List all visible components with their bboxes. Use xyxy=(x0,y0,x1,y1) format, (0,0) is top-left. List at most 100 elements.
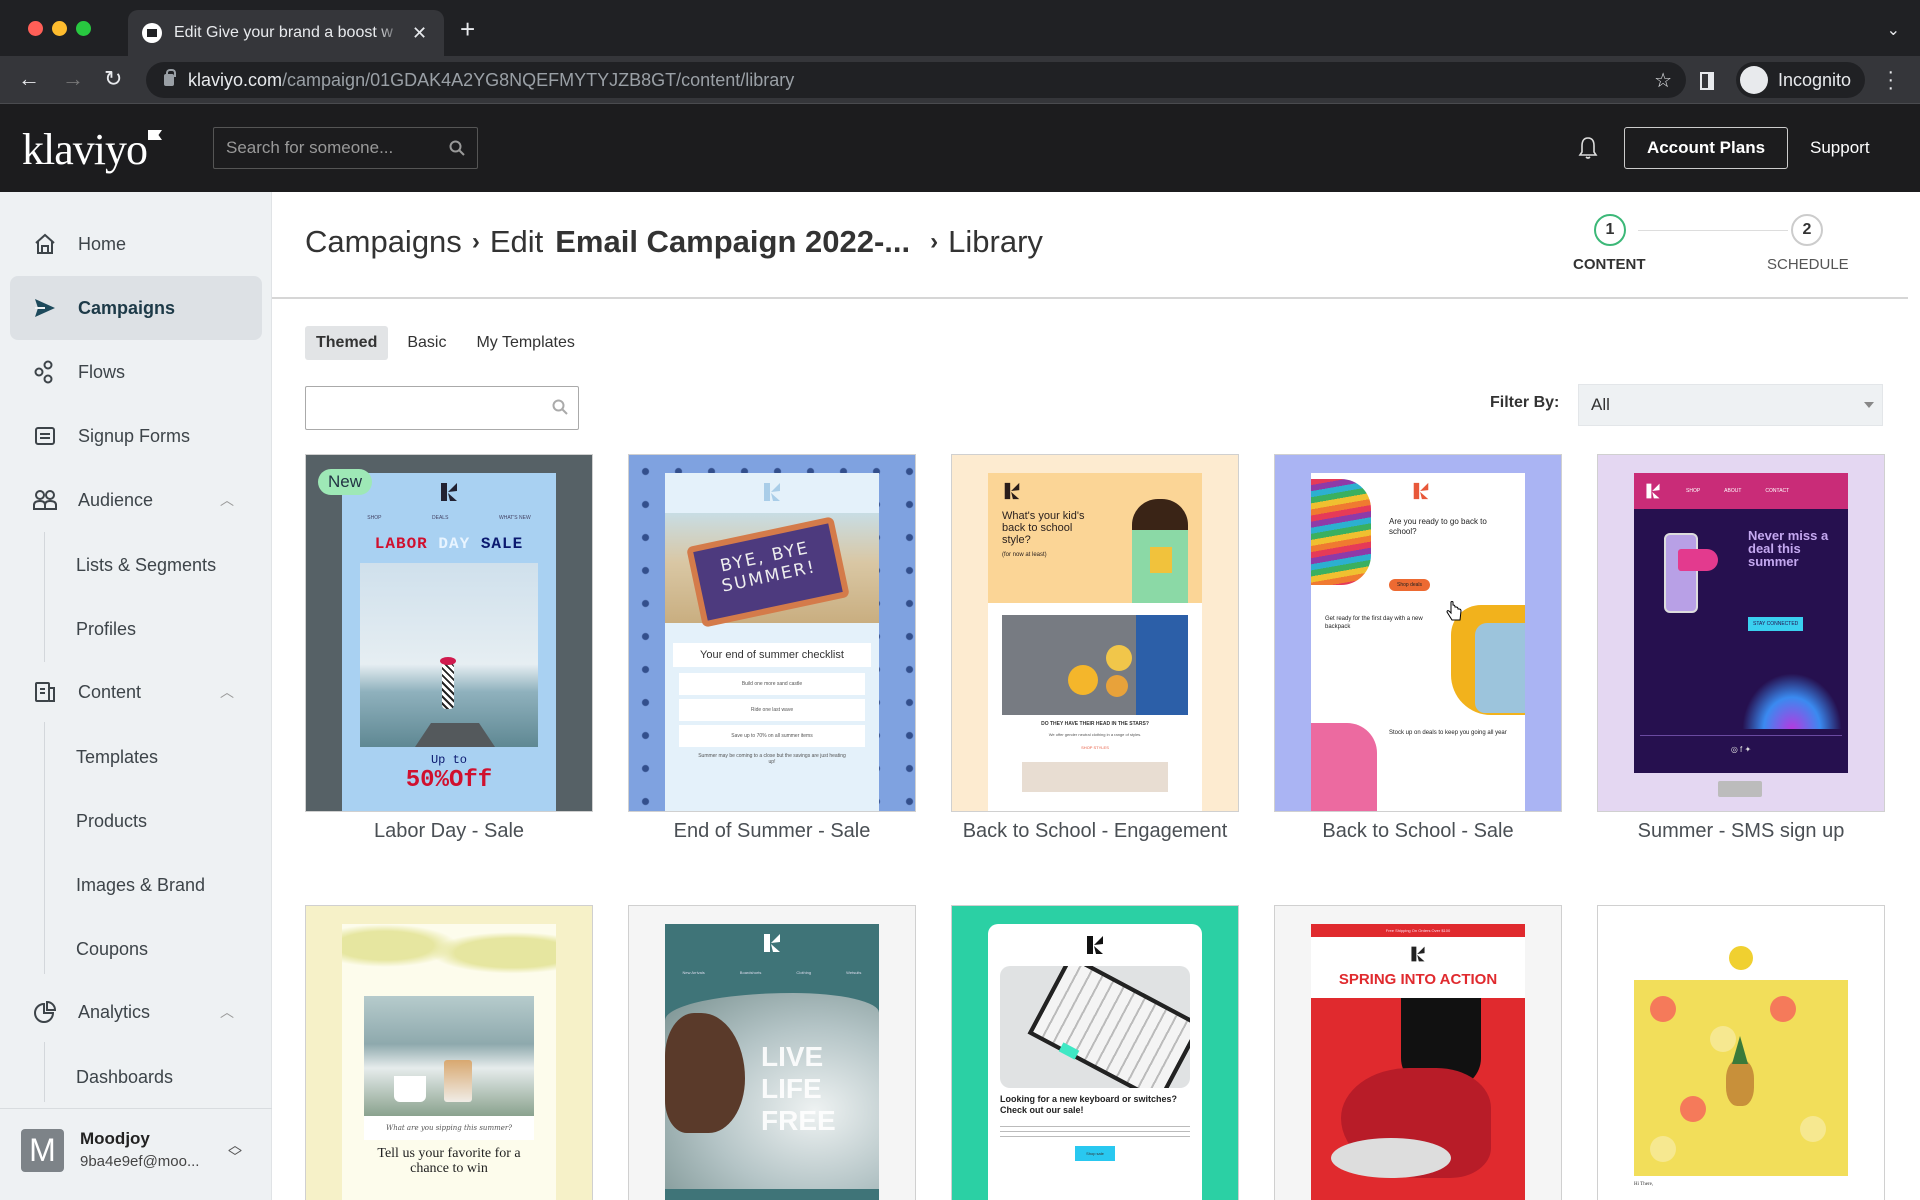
filter-label: Filter By: xyxy=(1490,394,1560,411)
template-thumbnail[interactable]: Free Shipping On Orders Over $100 SPRING… xyxy=(1274,905,1562,1200)
step-1-circle[interactable]: 1 xyxy=(1594,214,1626,246)
browser-menu-icon[interactable]: · · · xyxy=(1887,62,1894,98)
preview-cta: STAY CONNECTED xyxy=(1748,617,1804,631)
close-window-button[interactable] xyxy=(28,21,43,36)
template-thumbnail[interactable]: BYE, BYE SUMMER! Your end of summer chec… xyxy=(628,454,916,812)
sidebar-item-flows[interactable]: Flows xyxy=(10,340,262,404)
sidebar-item-label: Signup Forms xyxy=(78,425,191,446)
close-tab-icon[interactable]: ✕ xyxy=(412,23,427,44)
breadcrumb-campaign-name[interactable]: Email Campaign 2022-... xyxy=(555,224,910,260)
back-arrow-icon[interactable]: ← xyxy=(18,66,40,92)
sidebar-item-signup-forms[interactable]: Signup Forms xyxy=(10,404,262,468)
template-card[interactable]: SHOP DEALS WHAT'S NEW LABOR DAY SALE Up to… xyxy=(305,454,593,843)
incognito-profile-button[interactable]: Incognito xyxy=(1736,62,1866,98)
forward-arrow-icon[interactable]: → xyxy=(62,66,84,92)
sidebar-item-content[interactable]: Content ︿ xyxy=(10,660,262,724)
preview-headline: LABOR xyxy=(374,535,428,553)
sidebar-subitem-templates[interactable]: Templates xyxy=(76,747,158,768)
sidebar-subitem-products[interactable]: Products xyxy=(76,811,147,832)
leaf-logo-icon xyxy=(441,483,457,501)
account-plans-button[interactable]: Account Plans xyxy=(1624,127,1788,169)
breadcrumb-campaigns[interactable]: Campaigns xyxy=(305,224,462,260)
preview-sign-text: BYE, BYE SUMMER! xyxy=(686,516,850,628)
template-name[interactable]: Back to School - Engagement xyxy=(951,820,1239,843)
url-domain: klaviyo.com xyxy=(188,69,283,90)
template-card[interactable]: Free Shipping On Orders Over $100 SPRING… xyxy=(1274,905,1562,1200)
logo-flag-icon xyxy=(147,130,162,140)
sidebar-subitem-dashboards[interactable]: Dashboards xyxy=(76,1067,173,1088)
preview-script: What are you sipping this summer? xyxy=(364,1116,534,1140)
template-card[interactable]: SHOP ABOUT CONTACT Never miss a deal this … xyxy=(1597,454,1885,843)
preview-photo xyxy=(1311,998,1525,1200)
template-card[interactable]: Looking for a new keyboard or switches? … xyxy=(951,905,1239,1200)
template-card[interactable]: What's your kid's back to school style? … xyxy=(951,454,1239,843)
template-name[interactable]: End of Summer - Sale xyxy=(628,820,916,843)
breadcrumb-edit[interactable]: Edit xyxy=(490,224,543,260)
breadcrumb-separator-icon: › xyxy=(471,228,480,255)
breadcrumb-library: Library xyxy=(948,224,1043,259)
template-thumbnail[interactable]: What are you sipping this summer? Tell u… xyxy=(305,905,593,1200)
sidebar-item-home[interactable]: Home xyxy=(10,212,262,276)
template-name[interactable]: Summer - SMS sign up xyxy=(1597,820,1885,843)
sidebar-subitem-profiles[interactable]: Profiles xyxy=(76,619,136,640)
preview-headline: Tell us your favorite for a chance to wi… xyxy=(377,1146,521,1176)
step-1-label[interactable]: CONTENT xyxy=(1573,256,1646,273)
tab-basic[interactable]: Basic xyxy=(396,326,457,360)
form-icon xyxy=(32,423,58,449)
sidebar-subitem-lists-segments[interactable]: Lists & Segments xyxy=(76,555,216,576)
chevron-up-icon[interactable]: ︿ xyxy=(220,490,234,510)
template-card[interactable]: Hi There, xyxy=(1597,905,1885,1200)
template-card[interactable]: BYE, BYE SUMMER! Your end of summer chec… xyxy=(628,454,916,843)
klaviyo-logo[interactable]: klaviyo xyxy=(22,124,162,175)
tab-themed[interactable]: Themed xyxy=(305,326,389,360)
bookmark-star-icon[interactable]: ☆ xyxy=(1654,68,1672,93)
preview-checklist-item: Save up to 70% on all summer items xyxy=(679,725,865,747)
preview-photo xyxy=(364,996,534,1116)
chevron-up-icon[interactable]: ︿ xyxy=(220,1002,234,1022)
chevron-up-icon[interactable]: ︿ xyxy=(220,682,234,702)
maximize-window-button[interactable] xyxy=(76,21,91,36)
sidebar-subitem-coupons[interactable]: Coupons xyxy=(76,939,148,960)
template-thumbnail[interactable]: Hi There, xyxy=(1597,905,1885,1200)
klaviyo-favicon-icon xyxy=(142,23,162,43)
tab-search-chevron-icon[interactable]: ⌄ xyxy=(1887,20,1900,40)
template-card[interactable]: Are you ready to go back to school? Shop… xyxy=(1274,454,1562,843)
new-tab-button[interactable]: + xyxy=(460,14,475,45)
step-2-label[interactable]: SCHEDULE xyxy=(1767,256,1849,273)
account-switcher[interactable]: M Moodjoy 9ba4e9ef@moo... ︿ ﹀ xyxy=(0,1108,272,1200)
sidebar-item-analytics[interactable]: Analytics ︿ xyxy=(10,980,262,1044)
template-search-input[interactable] xyxy=(305,386,579,430)
template-name[interactable]: Back to School - Sale xyxy=(1274,820,1562,843)
chevron-up-down-icon[interactable]: ︿ ﹀ xyxy=(228,1138,242,1164)
preview-offer: 50%Off xyxy=(405,767,493,794)
preview-photo xyxy=(1634,980,1848,1176)
template-thumbnail[interactable]: Looking for a new keyboard or switches? … xyxy=(951,905,1239,1200)
browser-tab[interactable]: Edit Give your brand a boost w ✕ xyxy=(128,10,444,56)
reload-icon[interactable]: ↻ xyxy=(104,66,122,92)
template-thumbnail[interactable]: New Arrivals Boardshorts Clothing Wetsuits … xyxy=(628,905,916,1200)
template-thumbnail[interactable]: What's your kid's back to school style? … xyxy=(951,454,1239,812)
preview-photo xyxy=(1002,615,1188,715)
tab-my-templates[interactable]: My Templates xyxy=(465,326,585,360)
template-card[interactable]: What are you sipping this summer? Tell u… xyxy=(305,905,593,1200)
template-thumbnail[interactable]: SHOP DEALS WHAT'S NEW LABOR DAY SALE Up to… xyxy=(305,454,593,812)
support-link[interactable]: Support xyxy=(1810,138,1870,158)
preview-cta: Shop deals xyxy=(1389,579,1431,591)
preview-nav: CONTACT xyxy=(1765,488,1790,494)
template-card[interactable]: New Arrivals Boardshorts Clothing Wetsuits … xyxy=(628,905,916,1200)
template-name[interactable]: Labor Day - Sale xyxy=(305,820,593,843)
filter-select[interactable]: All xyxy=(1578,384,1883,426)
url-bar[interactable]: klaviyo.com/campaign/01GDAK4A2YG8NQEFMYT… xyxy=(146,62,1686,98)
minimize-window-button[interactable] xyxy=(52,21,67,36)
side-panel-icon[interactable] xyxy=(1700,72,1714,90)
template-thumbnail[interactable]: SHOP ABOUT CONTACT Never miss a deal this … xyxy=(1597,454,1885,812)
template-thumbnail[interactable]: Are you ready to go back to school? Shop… xyxy=(1274,454,1562,812)
notification-bell-icon[interactable] xyxy=(1578,136,1598,160)
step-2-circle[interactable]: 2 xyxy=(1791,214,1823,246)
sidebar-item-audience[interactable]: Audience ︿ xyxy=(10,468,262,532)
profile-search-input[interactable]: Search for someone... xyxy=(213,127,478,169)
home-icon xyxy=(32,231,58,257)
sidebar-item-campaigns[interactable]: Campaigns xyxy=(10,276,262,340)
sidebar-subitem-images-brand[interactable]: Images & Brand xyxy=(76,875,205,896)
preview-headline: SPRING INTO ACTION xyxy=(1338,971,1498,988)
